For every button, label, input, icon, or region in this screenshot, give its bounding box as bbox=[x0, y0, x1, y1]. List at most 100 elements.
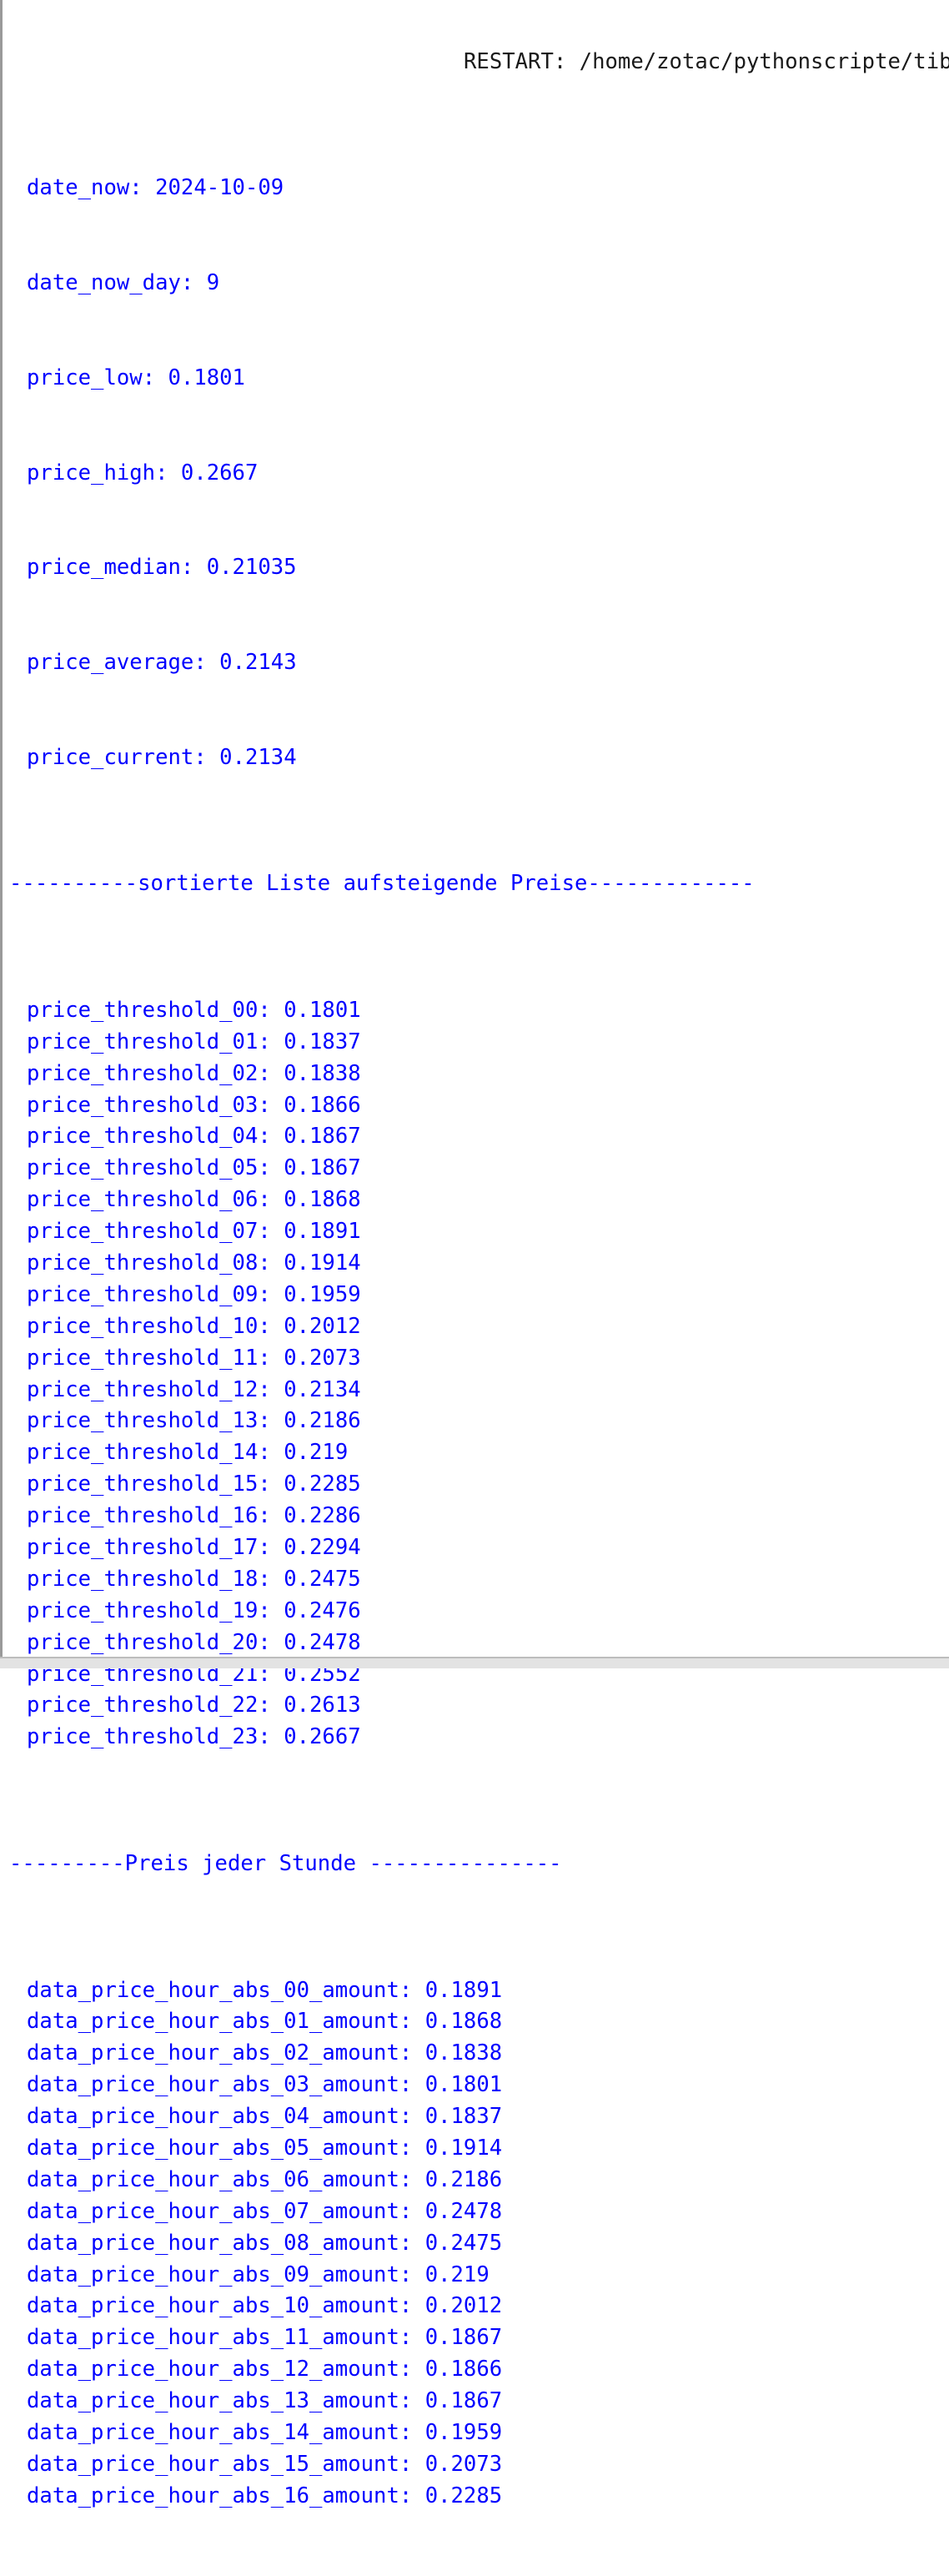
summary-line-price-high: price_high: 0.2667 bbox=[27, 460, 259, 486]
summary-value: 0.2667 bbox=[180, 460, 259, 486]
threshold-row: price_threshold_02: 0.1838 bbox=[27, 1060, 361, 1086]
hourly-price-row: data_price_hour_abs_01_amount: 0.1868 bbox=[27, 2009, 503, 2035]
threshold-row-value: 0.2285 bbox=[284, 1472, 361, 1497]
hourly-price-row: data_price_hour_abs_03_amount: 0.1801 bbox=[27, 2072, 503, 2098]
hourly-price-row: data_price_hour_abs_07_amount: 0.2478 bbox=[27, 2198, 503, 2224]
threshold-row-value: 0.1867 bbox=[284, 1155, 361, 1181]
threshold-row: price_threshold_14: 0.219 bbox=[27, 1440, 349, 1466]
summary-value: 0.2134 bbox=[219, 744, 297, 770]
threshold-row-value: 0.1866 bbox=[284, 1092, 361, 1118]
threshold-row-label: price_threshold_02 bbox=[27, 1060, 259, 1086]
hourly-price-row-value: 0.1914 bbox=[424, 2136, 503, 2161]
threshold-row-value: 0.2478 bbox=[284, 1629, 361, 1655]
threshold-row-value: 0.2012 bbox=[284, 1313, 361, 1339]
hourly-price-row-value: 0.2478 bbox=[424, 2198, 503, 2224]
threshold-row-value: 0.2475 bbox=[284, 1566, 361, 1592]
threshold-row-label: price_threshold_12 bbox=[27, 1376, 259, 1402]
hourly-price-list: data_price_hour_abs_00_amount: 0.1891 dat… bbox=[0, 1975, 949, 2513]
summary-value: 2024-10-09 bbox=[155, 175, 284, 201]
threshold-row-label: price_threshold_17 bbox=[27, 1535, 259, 1560]
hourly-price-row-value: 0.2475 bbox=[424, 2230, 503, 2256]
hourly-price-row-value: 0.1867 bbox=[424, 2388, 503, 2414]
hourly-price-row-value: 0.219 bbox=[424, 2262, 490, 2287]
hourly-price-row-label: data_price_hour_abs_12_amount bbox=[27, 2357, 399, 2382]
threshold-row-value: 0.1959 bbox=[284, 1281, 361, 1307]
summary-label: price_low bbox=[27, 365, 143, 390]
threshold-row-label: price_threshold_07 bbox=[27, 1219, 259, 1245]
hourly-price-row-label: data_price_hour_abs_10_amount bbox=[27, 2293, 399, 2319]
hourly-price-row-value: 0.1838 bbox=[424, 2040, 503, 2066]
hourly-price-row: data_price_hour_abs_10_amount: 0.2012 bbox=[27, 2293, 503, 2319]
threshold-row-value: 0.1868 bbox=[284, 1187, 361, 1213]
hourly-price-row-label: data_price_hour_abs_16_amount bbox=[27, 2483, 399, 2508]
threshold-row: price_threshold_22: 0.2613 bbox=[27, 1693, 361, 1718]
threshold-row-label: price_threshold_15 bbox=[27, 1472, 259, 1497]
threshold-row: price_threshold_15: 0.2285 bbox=[27, 1472, 361, 1497]
threshold-row-value: 0.2613 bbox=[284, 1693, 361, 1718]
threshold-row-value: 0.2294 bbox=[284, 1535, 361, 1560]
threshold-row-value: 0.2286 bbox=[284, 1503, 361, 1529]
threshold-row: price_threshold_12: 0.2134 bbox=[27, 1376, 361, 1402]
threshold-row-value: 0.1837 bbox=[284, 1029, 361, 1054]
threshold-row: price_threshold_13: 0.2186 bbox=[27, 1408, 361, 1434]
hourly-price-row-label: data_price_hour_abs_03_amount bbox=[27, 2072, 399, 2098]
hourly-price-row: data_price_hour_abs_13_amount: 0.1867 bbox=[27, 2388, 503, 2414]
summary-label: price_current bbox=[27, 744, 194, 770]
threshold-row: price_threshold_16: 0.2286 bbox=[27, 1503, 361, 1529]
summary-label: date_now_day bbox=[27, 270, 181, 296]
threshold-row-value: 0.2186 bbox=[284, 1408, 361, 1434]
hourly-price-row-label: data_price_hour_abs_00_amount bbox=[27, 1977, 399, 2003]
threshold-row-value: 0.1838 bbox=[284, 1060, 361, 1086]
hourly-price-row-value: 0.2186 bbox=[424, 2166, 503, 2192]
hourly-price-row: data_price_hour_abs_00_amount: 0.1891 bbox=[27, 1977, 503, 2003]
threshold-row: price_threshold_17: 0.2294 bbox=[27, 1535, 361, 1560]
summary-value: 0.2143 bbox=[219, 649, 297, 675]
hourly-price-row-label: data_price_hour_abs_13_amount bbox=[27, 2388, 399, 2414]
hourly-price-row: data_price_hour_abs_12_amount: 0.1866 bbox=[27, 2357, 503, 2382]
threshold-row-value: 0.1891 bbox=[284, 1219, 361, 1245]
summary-line-price-low: price_low: 0.1801 bbox=[27, 365, 245, 390]
hourly-price-row-label: data_price_hour_abs_11_amount bbox=[27, 2325, 399, 2351]
summary-label: date_now bbox=[27, 175, 130, 201]
hourly-price-row-value: 0.1837 bbox=[424, 2104, 503, 2130]
summary-value: 0.1801 bbox=[168, 365, 245, 390]
hourly-price-row-value: 0.2012 bbox=[424, 2293, 503, 2319]
hourly-price-row: data_price_hour_abs_04_amount: 0.1837 bbox=[27, 2104, 503, 2130]
threshold-row-label: price_threshold_00 bbox=[27, 997, 259, 1023]
threshold-row: price_threshold_07: 0.1891 bbox=[27, 1219, 361, 1245]
summary-line-date-now: date_now: 2024-10-09 bbox=[27, 175, 284, 201]
hourly-price-row: data_price_hour_abs_06_amount: 0.2186 bbox=[27, 2166, 503, 2192]
threshold-row-label: price_threshold_08 bbox=[27, 1250, 259, 1275]
window-bottom-edge bbox=[0, 1657, 949, 1668]
threshold-row-label: price_threshold_13 bbox=[27, 1408, 259, 1434]
summary-value: 0.21035 bbox=[206, 555, 297, 581]
separator-hourly-prices: ---------Preis jeder Stunde ------------… bbox=[9, 1850, 562, 1876]
threshold-row: price_threshold_23: 0.2667 bbox=[27, 1724, 361, 1750]
separator-sorted-list: ----------sortierte Liste aufsteigende P… bbox=[9, 871, 755, 897]
summary-label: price_high bbox=[27, 460, 156, 486]
summary-line-date-now-day: date_now_day: 9 bbox=[27, 270, 220, 296]
threshold-row: price_threshold_20: 0.2478 bbox=[27, 1629, 361, 1655]
threshold-row: price_threshold_05: 0.1867 bbox=[27, 1155, 361, 1181]
threshold-row: price_threshold_08: 0.1914 bbox=[27, 1250, 361, 1275]
threshold-row-label: price_threshold_20 bbox=[27, 1629, 259, 1655]
hourly-price-row: data_price_hour_abs_08_amount: 0.2475 bbox=[27, 2230, 503, 2256]
hourly-price-row-value: 0.1867 bbox=[424, 2325, 503, 2351]
threshold-row: price_threshold_06: 0.1868 bbox=[27, 1187, 361, 1213]
threshold-row-label: price_threshold_14 bbox=[27, 1440, 259, 1466]
threshold-row-label: price_threshold_22 bbox=[27, 1693, 259, 1718]
threshold-row-label: price_threshold_09 bbox=[27, 1281, 259, 1307]
console-output[interactable]: RESTART: /home/zotac/pythonscripte/tib_p… bbox=[0, 0, 949, 2576]
hourly-price-row-label: data_price_hour_abs_04_amount bbox=[27, 2104, 399, 2130]
threshold-row-label: price_threshold_05 bbox=[27, 1155, 259, 1181]
hourly-price-row-value: 0.2285 bbox=[424, 2483, 503, 2508]
hourly-price-row-value: 0.1868 bbox=[424, 2009, 503, 2035]
hourly-price-row-value: 0.1866 bbox=[424, 2357, 503, 2382]
summary-label: price_average bbox=[27, 649, 194, 675]
threshold-row: price_threshold_00: 0.1801 bbox=[27, 997, 361, 1023]
hourly-price-row-label: data_price_hour_abs_07_amount bbox=[27, 2198, 399, 2224]
threshold-row-label: price_threshold_16 bbox=[27, 1503, 259, 1529]
threshold-row-label: price_threshold_11 bbox=[27, 1345, 259, 1371]
threshold-row: price_threshold_09: 0.1959 bbox=[27, 1281, 361, 1307]
threshold-row-value: 0.219 bbox=[284, 1440, 349, 1466]
